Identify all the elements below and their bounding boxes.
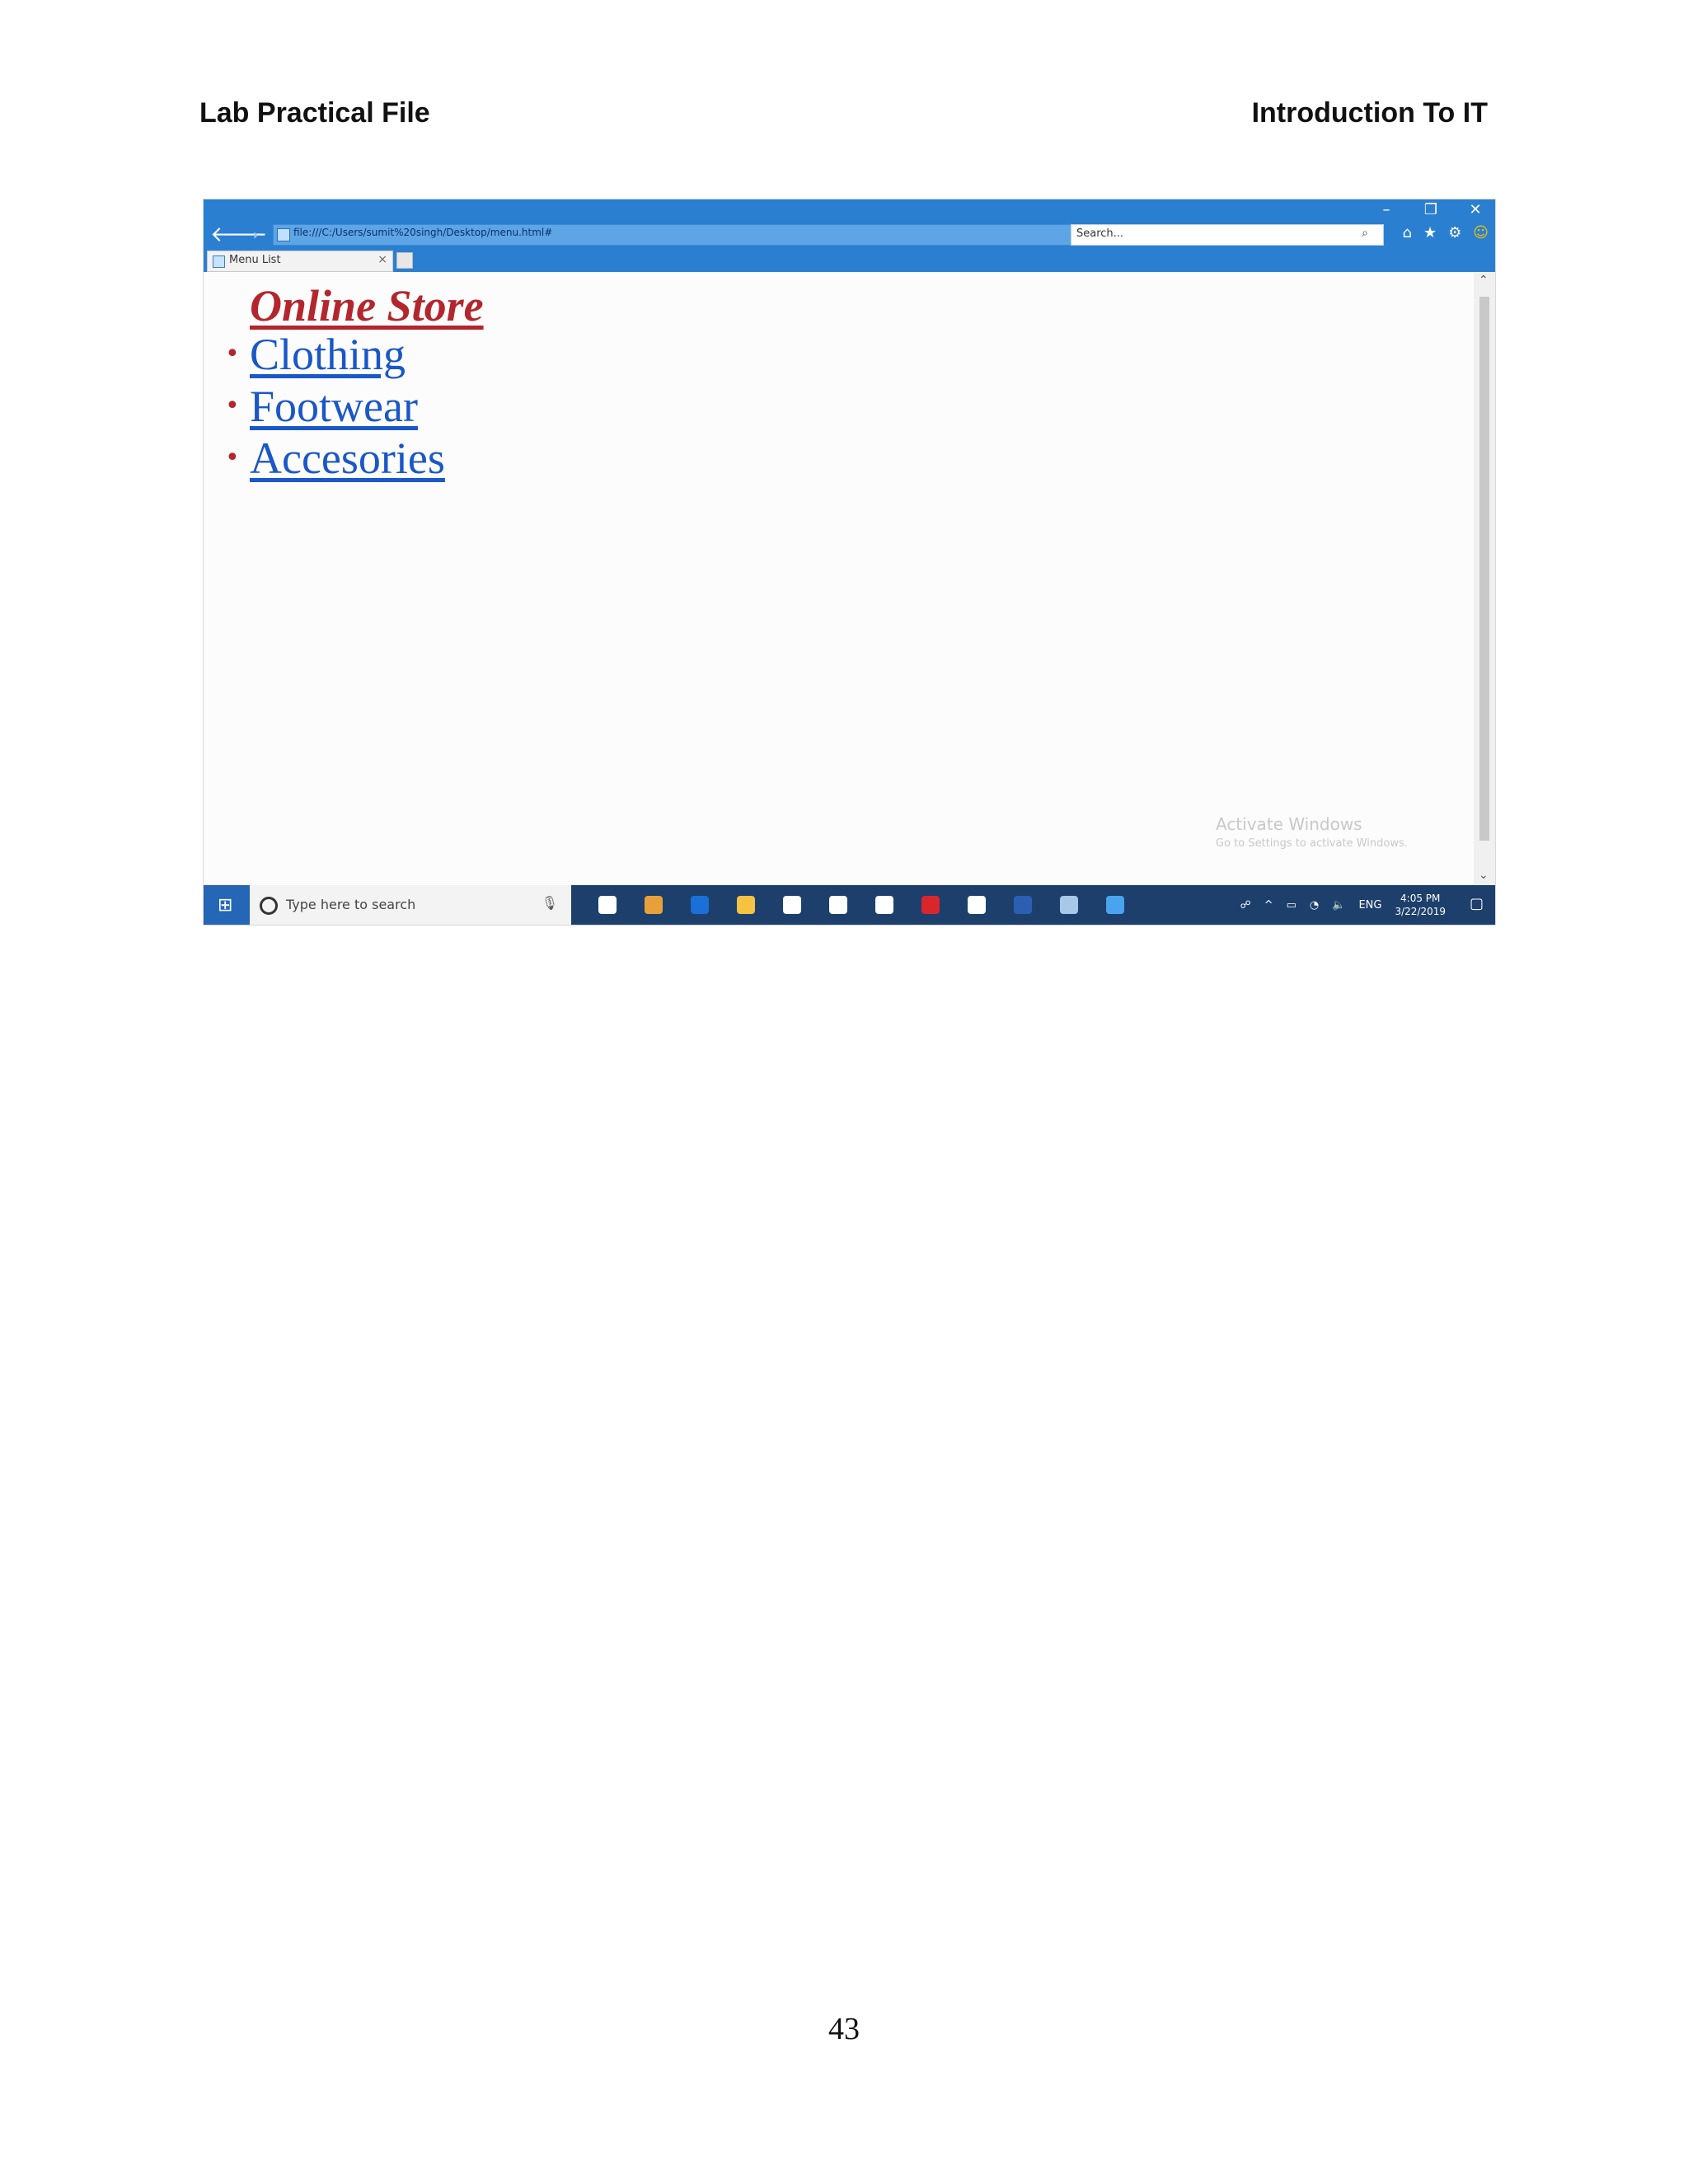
tab-bar: Menu List × bbox=[204, 249, 1495, 272]
facebook-icon-glyph bbox=[968, 896, 986, 914]
task-view-icon-glyph bbox=[598, 896, 617, 914]
internet-explorer-icon-glyph bbox=[1106, 896, 1124, 914]
word-icon-glyph bbox=[1014, 896, 1032, 914]
watermark-title: Activate Windows bbox=[1216, 814, 1362, 834]
network-icon[interactable]: ◔ bbox=[1310, 899, 1319, 912]
address-text[interactable]: file:///C:/Users/sumit%20singh/Desktop/m… bbox=[293, 227, 552, 238]
mail-icon-glyph bbox=[875, 896, 893, 914]
list-item: • Footwear bbox=[225, 380, 445, 432]
start-button[interactable]: ⊞ bbox=[204, 885, 250, 925]
cortana-icon[interactable] bbox=[260, 897, 278, 915]
people-icon[interactable]: ☍ bbox=[1240, 899, 1251, 912]
clock-time: 4:05 PM bbox=[1400, 893, 1441, 904]
page-favicon-icon bbox=[277, 228, 290, 241]
forward-arrow-icon[interactable]: ➝ bbox=[245, 225, 265, 245]
chrome-icon[interactable] bbox=[631, 885, 677, 925]
facebook-icon[interactable] bbox=[954, 885, 1000, 925]
opera-icon[interactable] bbox=[907, 885, 954, 925]
scroll-thumb[interactable] bbox=[1479, 297, 1489, 841]
file-explorer-icon-glyph bbox=[737, 896, 755, 914]
taskbar-search[interactable]: Type here to search 🎙 bbox=[250, 885, 571, 925]
task-view-icon[interactable] bbox=[584, 885, 631, 925]
activation-watermark: Activate Windows Go to Settings to activ… bbox=[1216, 814, 1408, 850]
address-bar[interactable]: file:///C:/Users/sumit%20singh/Desktop/m… bbox=[273, 224, 1132, 246]
screenshot-frame: – ❐ ✕ 🡐 ➝ file:///C:/Users/sumit%20singh… bbox=[203, 199, 1496, 926]
clock[interactable]: 4:05 PM 3/22/2019 bbox=[1395, 892, 1446, 918]
scroll-up-icon[interactable]: ⌃ bbox=[1479, 274, 1489, 287]
store-icon[interactable] bbox=[769, 885, 815, 925]
bullet-icon: • bbox=[225, 340, 240, 368]
volume-icon[interactable]: 🔈 bbox=[1332, 899, 1345, 912]
word-icon[interactable] bbox=[1000, 885, 1046, 925]
close-button[interactable]: ✕ bbox=[1467, 201, 1484, 218]
internet-explorer-icon[interactable] bbox=[1092, 885, 1138, 925]
web-content: Online Store • Clothing • Footwear • Acc… bbox=[204, 272, 1474, 885]
language-indicator[interactable]: ENG bbox=[1358, 899, 1381, 912]
clock-date: 3/22/2019 bbox=[1395, 906, 1446, 917]
edge-icon-glyph bbox=[691, 896, 709, 914]
menu-link-footwear[interactable]: Footwear bbox=[250, 381, 418, 432]
tab-favicon-icon bbox=[213, 255, 225, 268]
minimize-button[interactable]: – bbox=[1378, 201, 1395, 218]
microphone-icon[interactable]: 🎙 bbox=[542, 895, 558, 911]
menu-list: • Clothing • Footwear • Accesories bbox=[225, 328, 445, 484]
show-hidden-icons[interactable]: ^ bbox=[1264, 899, 1273, 912]
notepad-icon-glyph bbox=[1060, 896, 1078, 914]
edge-icon[interactable] bbox=[677, 885, 723, 925]
document-header-right: Introduction To IT bbox=[1251, 97, 1488, 129]
search-placeholder[interactable]: Search... bbox=[1076, 227, 1123, 240]
list-item: • Clothing bbox=[225, 328, 445, 380]
window-controls: – ❐ ✕ bbox=[1378, 201, 1484, 218]
mail-icon[interactable] bbox=[861, 885, 907, 925]
tab-menu-list[interactable]: Menu List × bbox=[207, 251, 393, 272]
settings-gear-icon[interactable]: ⚙ bbox=[1448, 224, 1461, 241]
store-icon-glyph bbox=[783, 896, 801, 914]
taskbar-apps bbox=[584, 885, 1138, 925]
bullet-icon: • bbox=[225, 391, 240, 420]
new-tab-button[interactable] bbox=[396, 252, 413, 269]
menu-link-accesories[interactable]: Accesories bbox=[250, 433, 445, 484]
tab-label: Menu List bbox=[229, 254, 281, 266]
feedback-smiley-icon[interactable]: ☺ bbox=[1473, 224, 1489, 241]
windows-logo-icon: ⊞ bbox=[218, 895, 233, 916]
browser-titlebar: – ❐ ✕ 🡐 ➝ file:///C:/Users/sumit%20singh… bbox=[204, 199, 1495, 272]
bullet-icon: • bbox=[225, 443, 240, 472]
restore-button[interactable]: ❐ bbox=[1423, 201, 1439, 218]
menu-link-clothing[interactable]: Clothing bbox=[250, 329, 406, 380]
watermark-subtitle: Go to Settings to activate Windows. bbox=[1216, 837, 1408, 850]
system-tray: ☍ ^ ▭ ◔ 🔈 ENG 4:05 PM 3/22/2019 bbox=[1240, 885, 1446, 925]
document-header-left: Lab Practical File bbox=[199, 97, 430, 129]
home-icon[interactable]: ⌂ bbox=[1403, 224, 1412, 241]
settings-icon[interactable] bbox=[815, 885, 861, 925]
chrome-icon-glyph bbox=[645, 896, 663, 914]
settings-icon-glyph bbox=[829, 896, 847, 914]
browser-toolbar-icons: ⌂ ★ ⚙ ☺ bbox=[1403, 224, 1489, 241]
opera-icon-glyph bbox=[921, 896, 940, 914]
page-number: 43 bbox=[828, 2012, 860, 2046]
vertical-scrollbar[interactable]: ⌃ ⌄ bbox=[1474, 272, 1495, 885]
action-center-icon[interactable]: ▢ bbox=[1470, 895, 1484, 912]
taskbar-search-placeholder[interactable]: Type here to search bbox=[286, 897, 415, 912]
windows-taskbar: ⊞ Type here to search 🎙 ☍ ^ ▭ ◔ 🔈 ENG 4:… bbox=[204, 885, 1495, 925]
back-arrow-icon[interactable]: 🡐 bbox=[210, 224, 268, 246]
page-title: Online Store bbox=[250, 281, 484, 330]
notepad-icon[interactable] bbox=[1046, 885, 1092, 925]
file-explorer-icon[interactable] bbox=[723, 885, 769, 925]
search-icon[interactable]: ⌕ bbox=[1362, 227, 1368, 240]
tab-close-icon[interactable]: × bbox=[377, 253, 387, 266]
list-item: • Accesories bbox=[225, 432, 445, 484]
battery-icon[interactable]: ▭ bbox=[1287, 899, 1296, 912]
search-box[interactable]: Search... ⌕ bbox=[1071, 224, 1384, 246]
scroll-down-icon[interactable]: ⌄ bbox=[1479, 869, 1489, 882]
favorites-star-icon[interactable]: ★ bbox=[1423, 224, 1437, 241]
